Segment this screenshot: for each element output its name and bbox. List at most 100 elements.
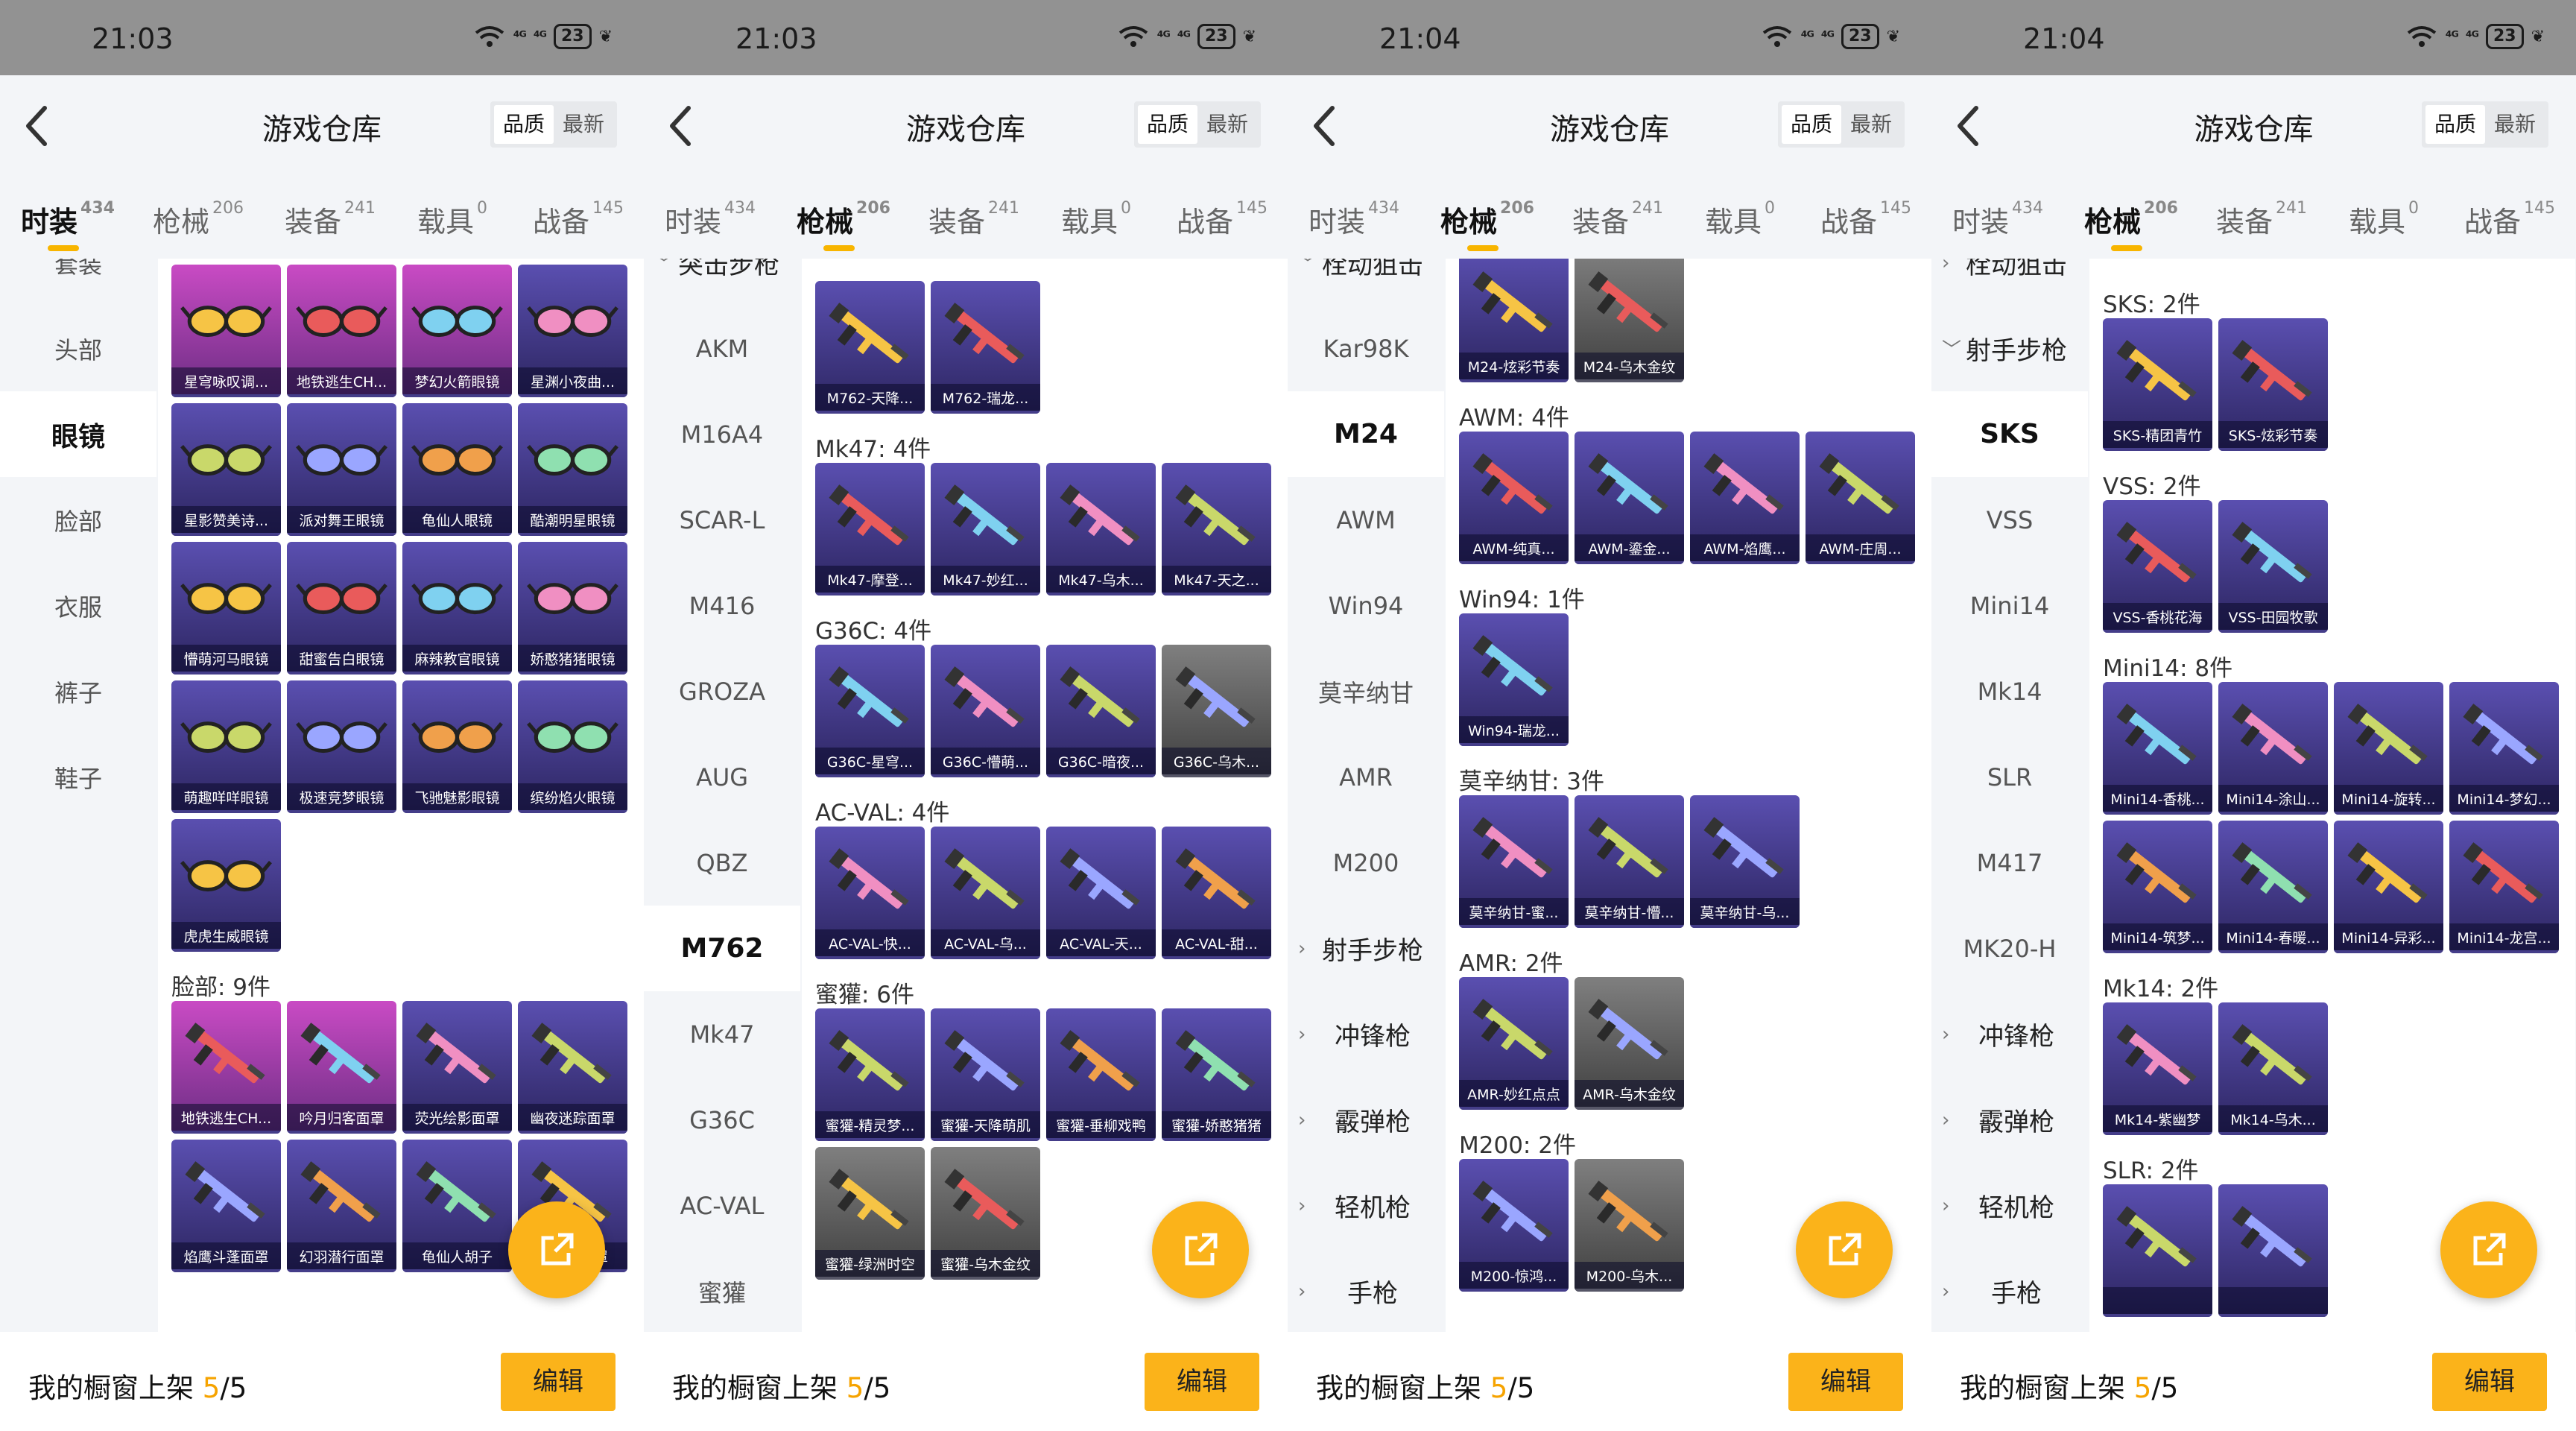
sidebar-item[interactable]: GROZA [644,648,800,734]
sort-latest-button[interactable]: 最新 [554,105,613,144]
tab-1[interactable]: 枪械 206 [797,199,890,251]
sidebar-item[interactable]: Mk14 [1931,648,2088,734]
sort-latest-button[interactable]: 最新 [1841,105,1901,144]
item-card[interactable]: 莫辛纳甘-乌... [1690,795,1800,928]
item-card[interactable]: 莫辛纳甘-蜜... [1459,795,1569,928]
tab-3[interactable]: 载具 0 [417,199,487,240]
edit-button[interactable]: 编辑 [501,1353,615,1411]
item-card[interactable]: AWM-纯真... [1459,432,1569,564]
item-card[interactable]: 缤纷焰火眼镜 [518,680,627,813]
item-card[interactable]: Mk14-紫幽梦 [2103,1002,2212,1135]
sidebar-item[interactable]: AUG [644,734,800,820]
sidebar-item[interactable]: › 轻机枪 [1931,1163,2088,1248]
item-card[interactable]: 甜蜜告白眼镜 [287,542,396,675]
sidebar-item[interactable]: Win94 [1288,563,1444,648]
item-card[interactable]: 地铁逃生CH... [287,265,396,397]
sort-quality-button[interactable]: 品质 [1782,105,1841,144]
sidebar-item[interactable]: 衣服 [0,563,156,648]
item-card[interactable]: 虎虎生威眼镜 [171,819,281,952]
sidebar-item[interactable]: Kar98K [1288,306,1444,391]
sort-latest-button[interactable]: 最新 [2485,105,2545,144]
item-card[interactable]: Mini14-梦幻... [2449,682,2559,815]
sidebar-item[interactable]: › 霰弹枪 [1288,1077,1444,1163]
item-card[interactable]: Mini14-涂山... [2218,682,2328,815]
item-card[interactable]: M24-乌木金纹 [1575,259,1684,382]
item-card[interactable]: 蜜獾-精灵梦... [815,1008,925,1141]
tab-0[interactable]: 时装 434 [665,199,756,240]
tab-4[interactable]: 战备 145 [1177,199,1268,240]
item-card[interactable]: 焰鹰斗蓬面罩 [171,1140,281,1272]
item-card[interactable]: 幽夜迷踪面罩 [518,1001,627,1134]
tab-4[interactable]: 战备 145 [533,199,624,240]
item-card[interactable]: SKS-精团青竹 [2103,318,2212,451]
sidebar-item[interactable]: ﹀ 栓动狙击 [1288,259,1444,306]
edit-button[interactable]: 编辑 [2432,1353,2547,1411]
share-button[interactable] [1796,1201,1893,1298]
item-card[interactable]: 星影赞美诗... [171,403,281,536]
sidebar-item[interactable]: M16A4 [644,391,800,477]
item-card[interactable]: G36C-懵萌... [931,645,1040,777]
sidebar-item[interactable]: G36C [644,1077,800,1163]
item-card[interactable]: AWM-鎏金... [1575,432,1684,564]
sidebar-item[interactable]: SLR [1931,734,2088,820]
item-card[interactable]: 娇憨猪猪眼镜 [518,542,627,675]
item-card[interactable]: Mini14-香桃... [2103,682,2212,815]
sidebar-item[interactable]: M762 [644,906,800,991]
sidebar-item[interactable]: AKM [644,306,800,391]
item-card[interactable]: 派对舞王眼镜 [287,403,396,536]
item-card[interactable]: M200-乌木... [1575,1159,1684,1292]
sidebar-item[interactable]: › 轻机枪 [1288,1163,1444,1248]
share-button[interactable] [508,1201,605,1298]
item-card[interactable]: Mk47-乌木... [1046,463,1156,596]
item-card[interactable]: 极速竞梦眼镜 [287,680,396,813]
item-card[interactable]: M24-炫彩节奏 [1459,259,1569,382]
tab-2[interactable]: 装备 241 [2216,199,2307,240]
item-card[interactable]: Win94-瑞龙... [1459,613,1569,746]
sidebar-item[interactable]: ﹀ 突击步枪 [644,259,800,306]
item-card[interactable]: AWM-庄周... [1806,432,1915,564]
sidebar-item[interactable]: SCAR-L [644,477,800,563]
sort-quality-button[interactable]: 品质 [2425,105,2485,144]
item-card[interactable]: Mini14-春暖... [2218,821,2328,953]
item-card[interactable] [2103,1184,2212,1317]
sidebar-item[interactable]: 莫辛纳甘 [1288,648,1444,734]
sidebar-item[interactable]: M200 [1288,820,1444,906]
item-card[interactable]: 萌趣咩咩眼镜 [171,680,281,813]
item-card[interactable]: AMR-乌木金纹 [1575,977,1684,1110]
tab-4[interactable]: 战备 145 [2464,199,2555,240]
item-card[interactable]: AC-VAL-乌... [931,827,1040,959]
tab-3[interactable]: 载具 0 [1061,199,1131,240]
item-card[interactable]: M762-天降... [815,281,925,414]
item-card[interactable]: 蜜獾-乌木金纹 [931,1147,1040,1280]
sidebar-item[interactable]: 裤子 [0,648,156,734]
sidebar-item[interactable]: M24 [1288,391,1444,477]
item-card[interactable]: 麻辣教官眼镜 [402,542,512,675]
item-card[interactable]: 龟仙人眼镜 [402,403,512,536]
item-card[interactable]: VSS-香桃花海 [2103,500,2212,633]
tab-3[interactable]: 载具 0 [1705,199,1775,240]
item-card[interactable]: Mk47-妙红... [931,463,1040,596]
sidebar-item[interactable]: QBZ [644,820,800,906]
sort-quality-button[interactable]: 品质 [1138,105,1197,144]
sidebar-item[interactable]: AMR [1288,734,1444,820]
sidebar-item[interactable]: Mini14 [1931,563,2088,648]
sidebar-item[interactable]: › 冲锋枪 [1288,991,1444,1077]
sidebar-item[interactable]: › 霰弹枪 [1931,1077,2088,1163]
item-card[interactable]: 蜜獾-天降萌肌 [931,1008,1040,1141]
tab-1[interactable]: 枪械 206 [2084,199,2178,251]
item-card[interactable]: 星穹咏叹调... [171,265,281,397]
item-card[interactable]: G36C-星穹... [815,645,925,777]
sidebar-item[interactable]: MK20-H [1931,906,2088,991]
sidebar-item[interactable]: › 冲锋枪 [1931,991,2088,1077]
sidebar-item[interactable]: › 手枪 [1288,1248,1444,1332]
sidebar-item[interactable]: 头部 [0,306,156,391]
sidebar-item[interactable]: SKS [1931,391,2088,477]
sidebar-item[interactable]: Mk47 [644,991,800,1077]
sidebar-item[interactable]: AWM [1288,477,1444,563]
item-card[interactable]: 莫辛纳甘-懵... [1575,795,1684,928]
item-card[interactable]: AC-VAL-甜... [1162,827,1271,959]
item-card[interactable]: 蜜獾-绿洲时空 [815,1147,925,1280]
sidebar-item[interactable]: VSS [1931,477,2088,563]
item-card[interactable]: Mk14-乌木... [2218,1002,2328,1135]
item-card[interactable]: AMR-妙红点点 [1459,977,1569,1110]
